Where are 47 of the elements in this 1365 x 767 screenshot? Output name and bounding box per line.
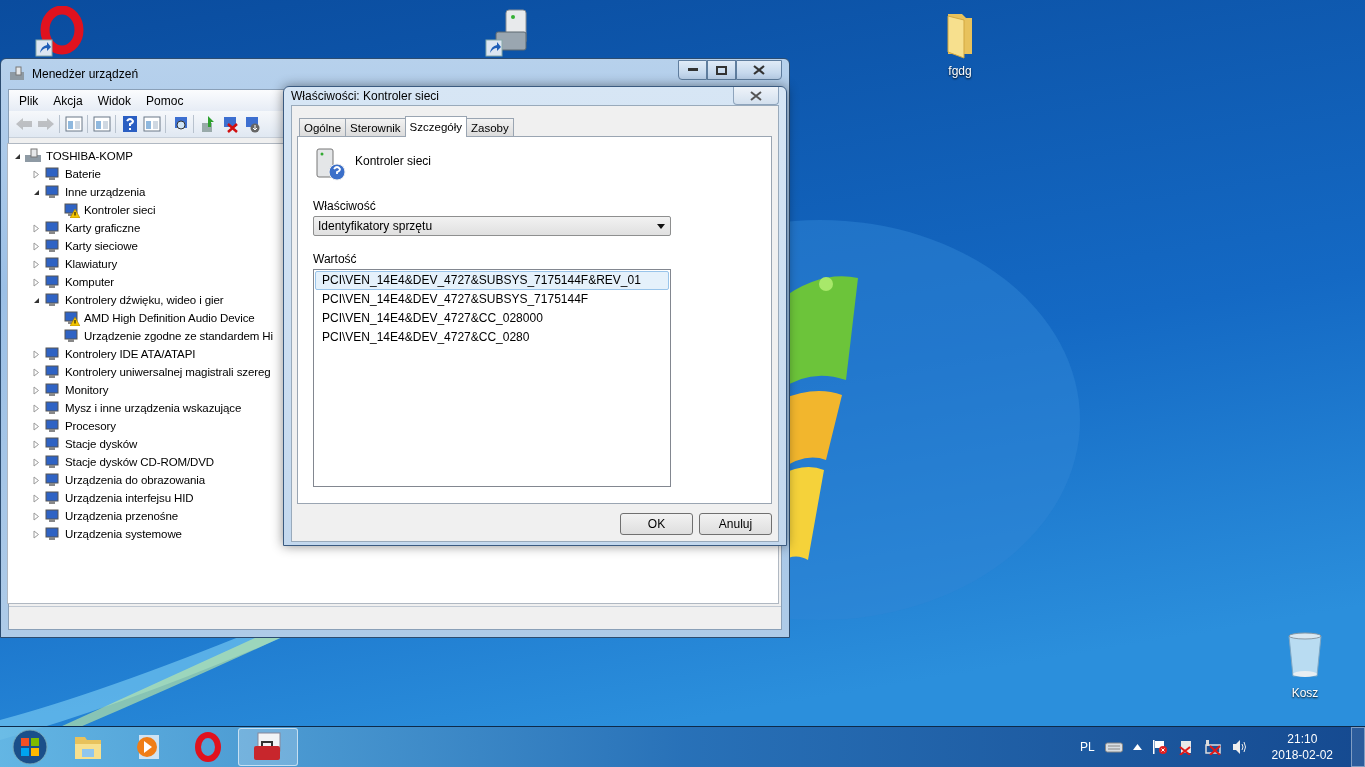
tree-item[interactable]: Stacje dysków [64, 438, 139, 450]
tree-item[interactable]: Urządzenie zgodne ze standardem Hi [83, 330, 274, 342]
tree-item[interactable]: Procesory [64, 420, 117, 432]
menu-item[interactable]: Pomoc [140, 93, 193, 108]
tree-item[interactable]: Kontrolery uniwersalnej magistrali szereg [64, 366, 272, 378]
tab[interactable]: Ogólne [299, 118, 347, 136]
tab[interactable]: Sterownik [345, 118, 406, 136]
value-label: Wartość [313, 252, 358, 266]
tree-item[interactable]: Inne urządzenia [64, 186, 147, 198]
clock[interactable]: 21:10 2018-02-02 [1271, 731, 1333, 763]
value-item[interactable]: PCI\VEN_14E4&DEV_4727&CC_0280 [315, 328, 669, 347]
value-item[interactable]: PCI\VEN_14E4&DEV_4727&SUBSYS_7175144F [315, 290, 669, 309]
property-label: Właściwość [313, 199, 377, 213]
tab[interactable]: Szczegóły [404, 116, 467, 137]
time: 21:10 [1287, 731, 1318, 747]
tree-item[interactable]: Kontrolery IDE ATA/ATAPI [64, 348, 197, 360]
cancel-button[interactable]: Anuluj [699, 513, 772, 535]
tree-item[interactable]: TOSHIBA-KOMP [45, 150, 134, 162]
window-title: Menedżer urządzeń [32, 67, 139, 81]
tree-item[interactable]: Mysz i inne urządzenia wskazujące [64, 402, 243, 414]
tree-item[interactable]: Karty sieciowe [64, 240, 139, 252]
tree-item[interactable]: Komputer [64, 276, 116, 288]
tree-item[interactable]: Urządzenia systemowe [64, 528, 183, 540]
tree-item[interactable]: Klawiatury [64, 258, 119, 270]
property-dropdown[interactable]: Identyfikatory sprzętu [313, 216, 671, 236]
menu-item[interactable]: Plik [13, 93, 48, 108]
date: 2018-02-02 [1271, 747, 1333, 763]
tree-item[interactable]: Kontrolery dźwięku, wideo i gier [64, 294, 225, 306]
tree-item[interactable]: AMD High Definition Audio Device [83, 312, 256, 324]
tree-item[interactable]: Baterie [64, 168, 102, 180]
language-indicator[interactable]: PL [1079, 740, 1095, 754]
dialog-title: Właściwości: Kontroler sieci [291, 89, 440, 103]
menu-item[interactable]: Widok [91, 93, 141, 108]
tree-item[interactable]: Urządzenia do obrazowania [64, 474, 207, 486]
tree-item[interactable]: Urządzenia interfejsu HID [64, 492, 195, 504]
value-item[interactable]: PCI\VEN_14E4&DEV_4727&SUBSYS_7175144F&REV_01 [315, 271, 669, 290]
tree-item[interactable]: Stacje dysków CD-ROM/DVD [64, 456, 216, 468]
menu-item[interactable]: Akcja [47, 93, 92, 108]
tree-item[interactable]: Monitory [64, 384, 110, 396]
tree-item[interactable]: Urządzenia przenośne [64, 510, 180, 522]
desktop-icon-label[interactable]: fgdg [948, 64, 972, 78]
value-item[interactable]: PCI\VEN_14E4&DEV_4727&CC_028000 [315, 309, 669, 328]
tree-item[interactable]: Karty graficzne [64, 222, 142, 234]
tab[interactable]: Zasoby [466, 118, 514, 136]
device-name: Kontroler sieci [355, 154, 432, 168]
ok-button[interactable]: OK [620, 513, 693, 535]
tree-item[interactable]: Kontroler sieci [83, 204, 157, 216]
